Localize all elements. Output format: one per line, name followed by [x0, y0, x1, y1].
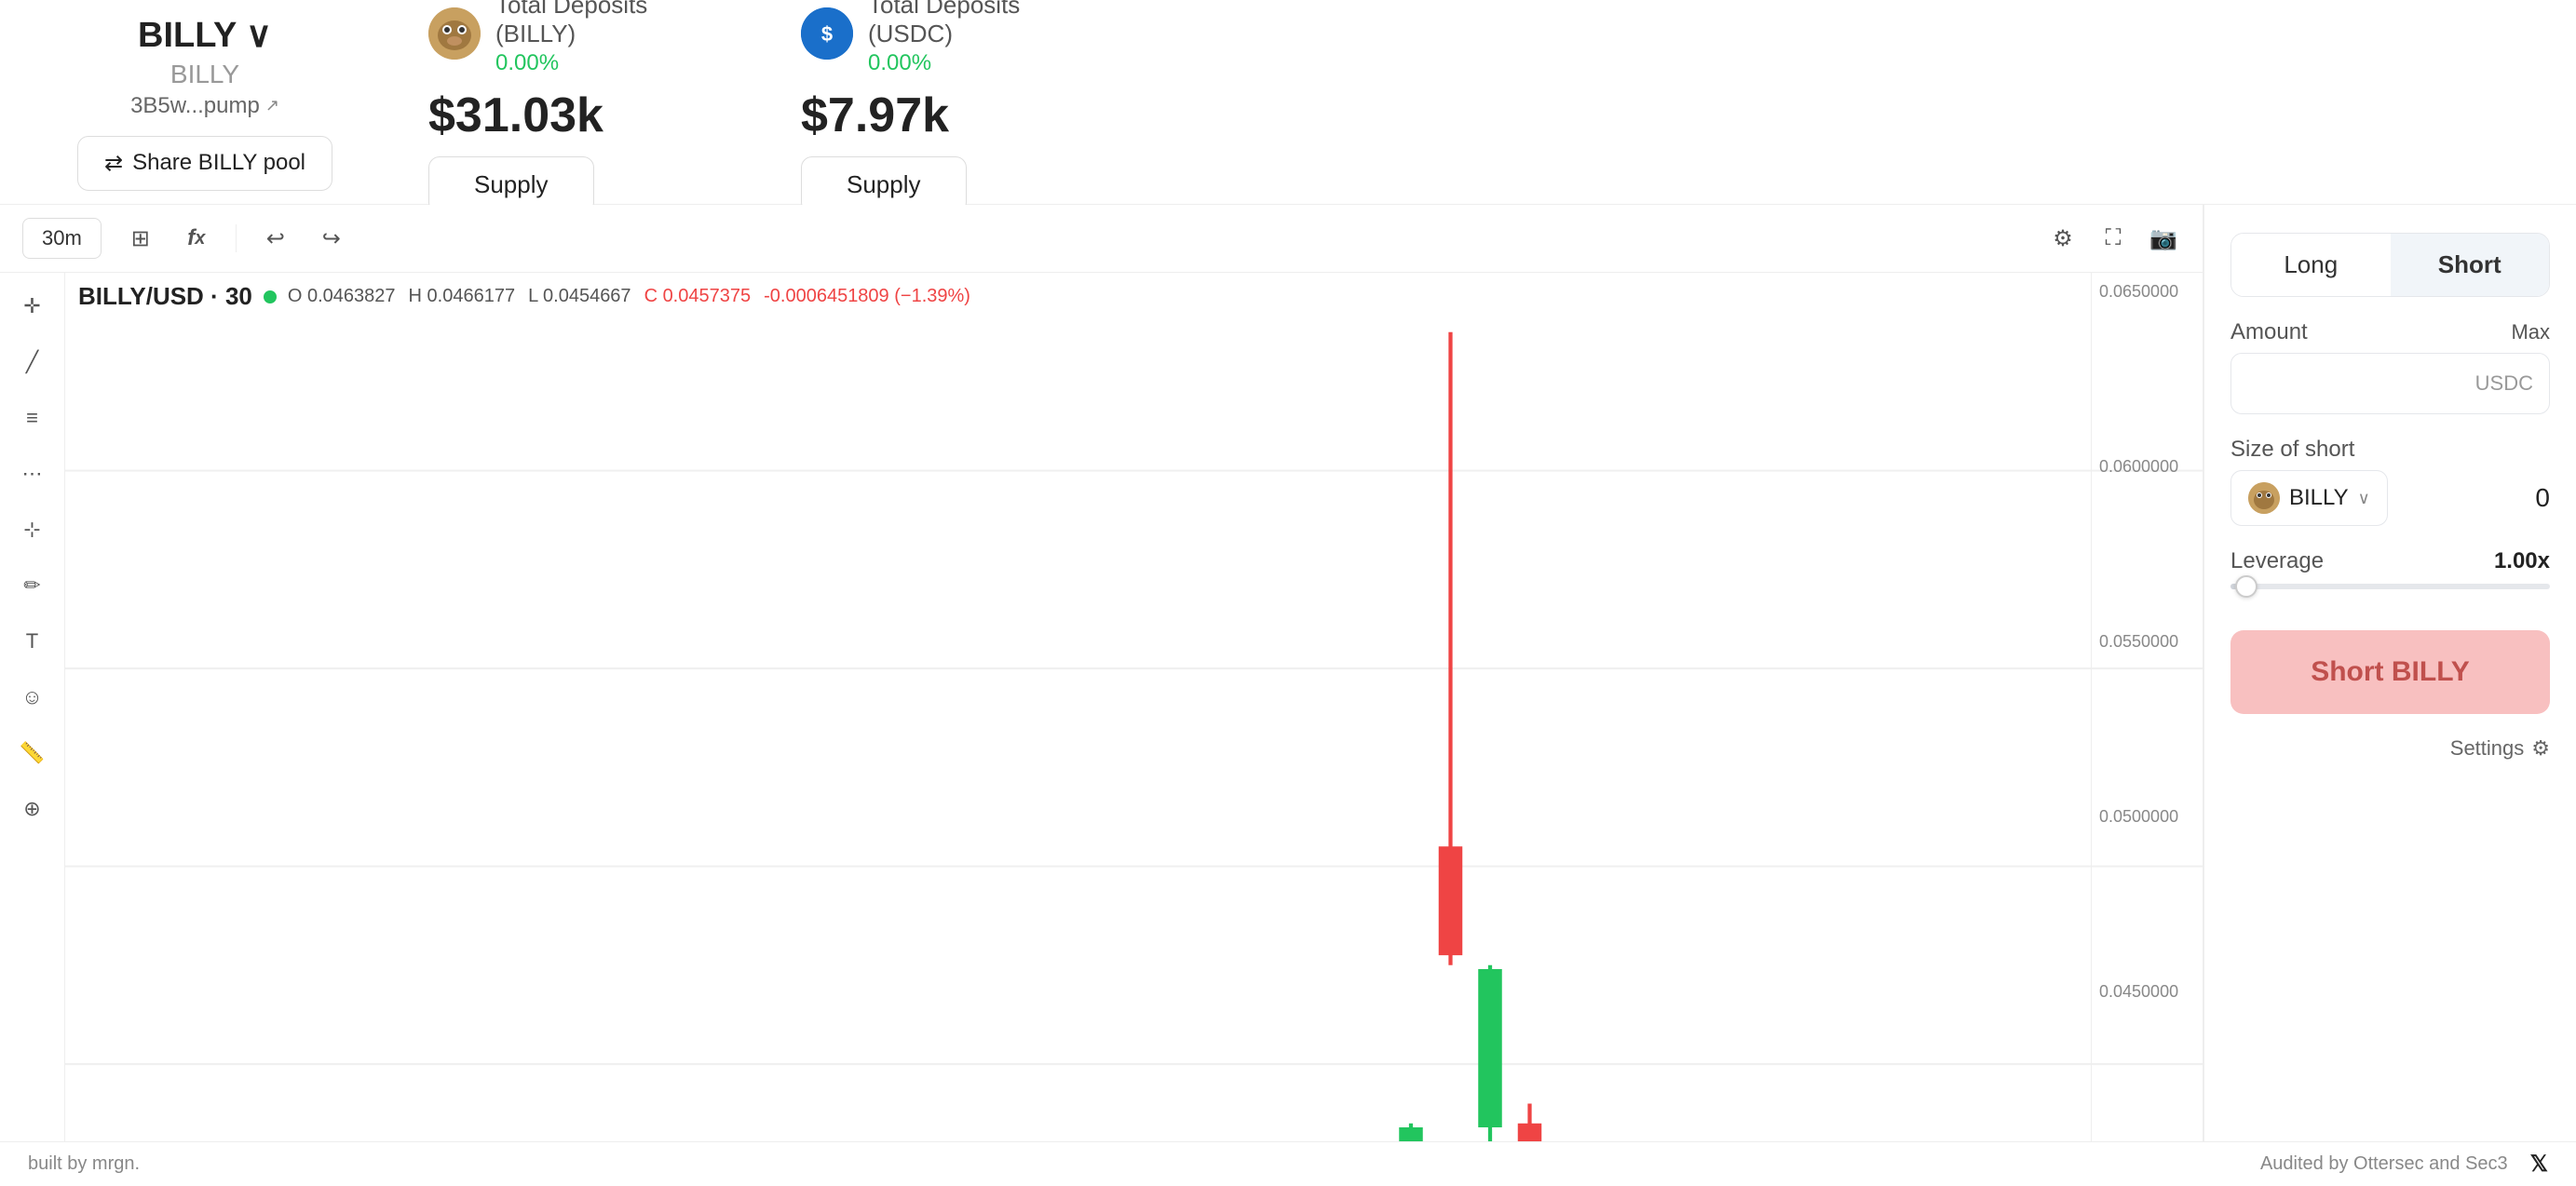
chart-area: 30m ⊞ fx ↩ ↪ ⚙ ⛶ 📷 ✛ ╱ ≡ ⋯ ⊹ ✏ T ☺ — [0, 205, 2203, 1186]
chart-toolbar: 30m ⊞ fx ↩ ↪ ⚙ ⛶ 📷 — [0, 205, 2203, 273]
size-token-avatar — [2248, 482, 2280, 514]
built-by-text: built by mrgn. — [28, 1153, 140, 1175]
billy-deposit-amount: $31.03k — [428, 88, 603, 143]
size-chevron-icon: ∨ — [2358, 489, 2370, 508]
billy-deposit-card: Total Deposits (BILLY) 0.00% $31.03k Sup… — [428, 0, 726, 213]
token-name[interactable]: BILLY ∨ — [138, 14, 272, 56]
size-label: Size of short — [2230, 437, 2550, 463]
crosshair-tool[interactable]: ✛ — [14, 288, 51, 325]
billy-avatar — [428, 7, 481, 60]
settings-row[interactable]: Settings ⚙ — [2230, 736, 2550, 761]
right-panel: Long Short Amount Max USDC Size of short — [2203, 205, 2576, 1186]
size-row: BILLY ∨ 0 — [2230, 470, 2550, 526]
billy-deposit-title: Total Deposits (BILLY) — [495, 0, 647, 48]
bottom-bar-right: Audited by Ottersec and Sec3 𝕏 — [2260, 1151, 2548, 1178]
settings-gear-icon[interactable]: ⚙ — [2531, 736, 2550, 761]
text-tool[interactable]: T — [14, 623, 51, 660]
emoji-tool[interactable]: ☺ — [14, 679, 51, 716]
price-scale: 0.0650000 0.0600000 0.0550000 0.0500000 … — [2091, 273, 2203, 1186]
external-link-icon[interactable]: ↗ — [265, 96, 279, 115]
screenshot-icon[interactable]: 📷 — [2147, 222, 2180, 255]
billy-deposit-header: Total Deposits (BILLY) 0.00% — [428, 0, 647, 76]
bottom-bar: built by mrgn. Audited by Ottersec and S… — [0, 1141, 2576, 1186]
fullscreen-icon[interactable]: ⛶ — [2096, 222, 2130, 255]
share-icon: ⇄ — [104, 150, 123, 177]
usdc-deposit-title: Total Deposits (USDC) — [868, 0, 1020, 48]
leverage-slider-thumb[interactable] — [2235, 575, 2257, 598]
ohlc-close: C 0.0457375 — [644, 286, 752, 307]
ruler-tool[interactable]: 📏 — [14, 735, 51, 772]
long-short-tabs: Long Short — [2230, 233, 2550, 297]
usdc-avatar: $ — [801, 7, 853, 60]
token-address: 3B5w...pump ↗ — [130, 93, 279, 119]
usdc-deposit-card: $ Total Deposits (USDC) 0.00% $7.97k Sup… — [801, 0, 1099, 213]
more-tools[interactable]: ⊕ — [14, 790, 51, 828]
token-name-row: BILLY ∨ — [138, 14, 272, 56]
leverage-row: Leverage 1.00x — [2230, 548, 2550, 574]
chart-info-bar: BILLY/USD · 30 O 0.0463827 H 0.0466177 L… — [78, 282, 970, 311]
leverage-value: 1.00x — [2494, 548, 2550, 574]
ohlc-open: O 0.0463827 — [288, 286, 396, 307]
max-label[interactable]: Max — [2511, 320, 2550, 344]
leverage-section: Leverage 1.00x — [2230, 548, 2550, 608]
chart-canvas: BILLY/USD · 30 O 0.0463827 H 0.0466177 L… — [65, 273, 2203, 1186]
ohlc-low: L 0.0454667 — [528, 286, 630, 307]
usdc-deposit-header: $ Total Deposits (USDC) 0.00% — [801, 0, 1020, 76]
ohlc-high: H 0.0466177 — [409, 286, 516, 307]
fx-icon[interactable]: fx — [180, 222, 213, 255]
main-layout: 30m ⊞ fx ↩ ↪ ⚙ ⛶ 📷 ✛ ╱ ≡ ⋯ ⊹ ✏ T ☺ — [0, 205, 2576, 1186]
chart-left-tools: ✛ ╱ ≡ ⋯ ⊹ ✏ T ☺ 📏 ⊕ — [0, 273, 65, 1186]
usdc-deposit-pct: 0.00% — [868, 50, 1020, 76]
undo-icon[interactable]: ↩ — [259, 222, 292, 255]
size-token-select[interactable]: BILLY ∨ — [2230, 470, 2388, 526]
toolbar-right: ⚙ ⛶ 📷 — [2046, 222, 2180, 255]
short-billy-button[interactable]: Short BILLY — [2230, 630, 2550, 714]
horizontal-lines-tool[interactable]: ≡ — [14, 399, 51, 437]
amount-section: Amount Max USDC — [2230, 319, 2550, 414]
token-info: BILLY ∨ BILLY 3B5w...pump ↗ ⇄ Share BILL… — [56, 14, 354, 191]
short-tab[interactable]: Short — [2391, 234, 2550, 296]
indicators-icon[interactable]: ⊞ — [124, 222, 157, 255]
redo-icon[interactable]: ↪ — [315, 222, 348, 255]
share-pool-button[interactable]: ⇄ Share BILLY pool — [77, 136, 332, 191]
size-section: Size of short BILLY ∨ 0 — [2230, 437, 2550, 526]
fib-tool[interactable]: ⊹ — [14, 511, 51, 548]
chart-pair: BILLY/USD · 30 — [78, 282, 252, 311]
chart-body: ✛ ╱ ≡ ⋯ ⊹ ✏ T ☺ 📏 ⊕ BILLY/USD · 30 O 0.0… — [0, 273, 2203, 1186]
long-tab[interactable]: Long — [2231, 234, 2391, 296]
leverage-label: Leverage — [2230, 548, 2324, 574]
candlestick-chart: 0.0457375 — [65, 273, 2203, 1186]
usdc-deposit-amount: $7.97k — [801, 88, 949, 143]
chart-live-dot — [264, 290, 277, 303]
amount-currency: USDC — [2475, 371, 2533, 396]
amount-input-wrap: USDC — [2230, 353, 2550, 414]
size-value: 0 — [2535, 483, 2550, 513]
pencil-tool[interactable]: ✏ — [14, 567, 51, 604]
timeframe-button[interactable]: 30m — [22, 218, 102, 259]
top-header: BILLY ∨ BILLY 3B5w...pump ↗ ⇄ Share BILL… — [0, 0, 2576, 205]
size-token-name: BILLY — [2289, 485, 2349, 511]
network-tool[interactable]: ⋯ — [14, 455, 51, 492]
settings-label: Settings — [2450, 736, 2525, 761]
token-sub: BILLY — [170, 60, 239, 89]
leverage-slider[interactable] — [2230, 584, 2550, 589]
audited-footer-text: Audited by Ottersec and Sec3 — [2260, 1153, 2508, 1175]
billy-deposit-pct: 0.00% — [495, 50, 647, 76]
x-social-icon[interactable]: 𝕏 — [2530, 1151, 2548, 1178]
amount-label: Amount Max — [2230, 319, 2550, 345]
ohlc-data: O 0.0463827 H 0.0466177 L 0.0454667 C 0.… — [288, 286, 970, 307]
svg-text:$: $ — [821, 22, 833, 46]
toolbar-separator — [236, 224, 237, 252]
ohlc-change: -0.0006451809 (−1.39%) — [764, 286, 970, 307]
line-tool[interactable]: ╱ — [14, 344, 51, 381]
settings-gear-icon[interactable]: ⚙ — [2046, 222, 2080, 255]
